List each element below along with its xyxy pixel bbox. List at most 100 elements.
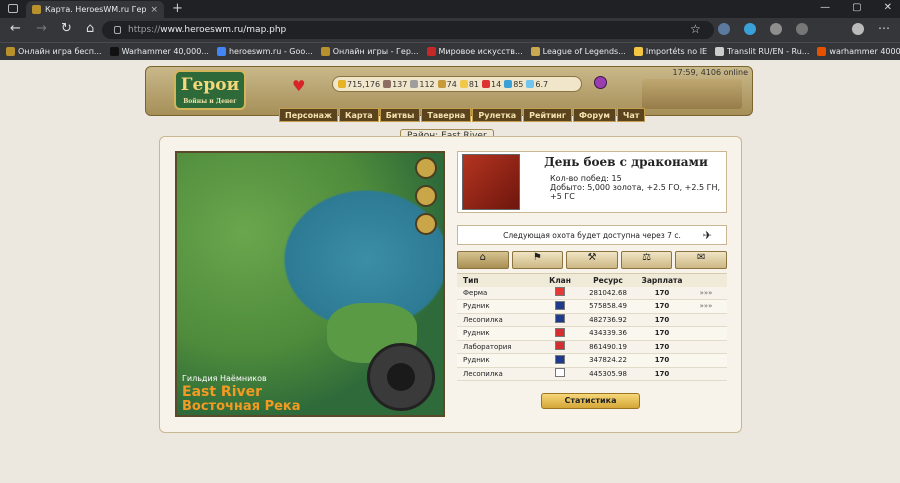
table-row[interactable]: Рудник 434339.36 170	[457, 327, 727, 341]
extensions-puzzle-icon[interactable]	[770, 23, 782, 35]
resource-icon	[338, 80, 346, 88]
cell-salary: 170	[654, 315, 670, 324]
bookmark-item[interactable]: heroeswm.ru - Goo...	[216, 47, 313, 56]
extension-icon[interactable]	[744, 23, 756, 35]
window-controls: — ▢ ✕	[820, 2, 892, 13]
cell-clan	[543, 354, 577, 366]
resource-value: 6.7	[535, 79, 549, 89]
extension-icon[interactable]	[718, 23, 730, 35]
tab-scroll[interactable]: ✉	[675, 251, 727, 269]
table-row[interactable]: Рудник 575858.49 170 »»»	[457, 300, 727, 314]
tab-workshop[interactable]: ⚒	[566, 251, 618, 269]
bookmark-favicon-icon	[216, 47, 226, 56]
new-tab-button[interactable]: +	[172, 1, 183, 16]
browser-menu-icon[interactable]: ⋯	[878, 21, 890, 35]
table-row[interactable]: Лесопилка 482736.92 170	[457, 314, 727, 327]
menu-item[interactable]: Рулетка	[472, 108, 523, 122]
back-button[interactable]: ←	[10, 21, 21, 36]
running-man-icon[interactable]: ✈	[703, 229, 712, 242]
extensions-area	[718, 23, 808, 35]
table-row[interactable]: Рудник 347824.22 170	[457, 354, 727, 368]
map-hunt-button[interactable]	[415, 213, 437, 235]
bookmark-favicon-icon	[530, 47, 540, 56]
logo-subtitle: Войны и Денег	[183, 98, 237, 105]
table-row[interactable]: Лесопилка 445305.98 170	[457, 368, 727, 381]
minimize-button[interactable]: —	[820, 2, 830, 13]
home-button[interactable]: ⌂	[86, 21, 94, 36]
cell-type: Ферма	[463, 288, 488, 297]
tab-market[interactable]: ⚖	[620, 251, 673, 269]
table-row[interactable]: Ферма 281042.68 170 »»»	[457, 287, 727, 300]
table-header: Тип Клан Ресурс Зарплата	[457, 273, 727, 287]
bookmark-item[interactable]: Importéts no IE	[633, 47, 707, 56]
clan-emblem-icon[interactable]	[555, 341, 565, 351]
resource-icon	[410, 80, 419, 88]
tab-houses[interactable]: ⌂	[457, 251, 509, 269]
bookmark-item[interactable]: Мировое искусств...	[426, 47, 523, 56]
col-clan: Клан	[549, 275, 571, 285]
menu-item[interactable]: Битвы	[379, 108, 421, 122]
tab-close-icon[interactable]: ×	[150, 5, 158, 15]
world-map[interactable]: Гильдия Наёмников East River Восточная Р…	[175, 151, 445, 417]
menu-item[interactable]: Рейтинг	[523, 108, 572, 122]
clan-emblem-icon[interactable]	[555, 314, 565, 324]
map-gold-button[interactable]	[415, 157, 437, 179]
tab-transport[interactable]: ⚑	[511, 251, 564, 269]
menu-item[interactable]: Форум	[573, 108, 616, 122]
col-salary: Зарплата	[641, 275, 683, 285]
menu-item[interactable]: Таверна	[421, 108, 472, 122]
cell-resource: 482736.92	[589, 315, 627, 324]
col-resource: Ресурс	[593, 275, 623, 285]
bookmark-item[interactable]: warhammer 40000...	[817, 47, 900, 56]
cell-more-link[interactable]: »»»	[685, 289, 727, 297]
address-bar[interactable]: https://www.heroeswm.ru/map.php	[102, 21, 714, 39]
table-row[interactable]: Лаборатория 861490.19 170	[457, 341, 727, 354]
table-body: Ферма 281042.68 170 »»» Рудник 575858.49 170 »»…	[457, 287, 727, 381]
clan-emblem-icon[interactable]	[555, 287, 565, 297]
bookmark-favicon-icon	[633, 47, 643, 56]
statistics-button[interactable]: Статистика	[541, 393, 640, 409]
collections-icon[interactable]	[796, 23, 808, 35]
bookmark-label: Мировое искусств...	[438, 47, 523, 56]
bookmark-item[interactable]: Translit RU/EN - Ru...	[715, 47, 809, 56]
district-name-en: East River	[182, 384, 263, 400]
bookmark-favicon-icon	[6, 47, 15, 56]
bookmark-item[interactable]: Онлайн игры - Гер...	[320, 47, 419, 56]
profile-avatar[interactable]	[852, 23, 864, 35]
title-bar: Карта. HeroesWM.ru Герои войн × + — ▢ ✕	[0, 0, 900, 18]
cell-more-link[interactable]: »»»	[685, 302, 727, 310]
resource-value: 112	[419, 79, 435, 89]
compass-center[interactable]	[387, 363, 415, 391]
map-panel: Гильдия Наёмников East River Восточная Р…	[159, 136, 742, 433]
game-logo[interactable]: Герои Войны и Денег	[174, 70, 246, 110]
resource-item: 6.7	[526, 80, 548, 89]
bookmark-item[interactable]: Warhammer 40,000...	[109, 47, 209, 56]
cell-type: Лаборатория	[463, 342, 512, 351]
clan-emblem-icon[interactable]	[555, 368, 565, 378]
menu-item[interactable]: Чат	[616, 108, 646, 122]
resource-value: 81	[468, 79, 480, 89]
bookmark-item[interactable]: League of Legends...	[530, 47, 626, 56]
mana-orb-icon[interactable]	[594, 76, 607, 89]
cell-type: Лесопилка	[463, 369, 503, 378]
cell-clan	[543, 300, 577, 312]
clan-emblem-icon[interactable]	[555, 327, 565, 337]
window-menu-icon[interactable]	[8, 4, 18, 13]
clan-emblem-icon[interactable]	[555, 300, 565, 310]
close-window-button[interactable]: ✕	[884, 2, 892, 13]
object-tabs: ⌂ ⚑ ⚒ ⚖ ✉	[457, 251, 727, 269]
maximize-button[interactable]: ▢	[852, 2, 861, 13]
event-title: День боев с драконами	[544, 155, 708, 169]
menu-item[interactable]: Персонаж	[279, 108, 338, 122]
health-heart-icon[interactable]: ♥	[292, 77, 305, 95]
compass-navigation[interactable]	[367, 343, 435, 411]
map-army-button[interactable]	[415, 185, 437, 207]
favorite-star-icon[interactable]: ☆	[690, 22, 701, 36]
bookmark-item[interactable]: Онлайн игра бесп...	[6, 47, 102, 56]
menu-item[interactable]: Карта	[338, 108, 379, 122]
bookmark-favicon-icon	[109, 47, 119, 56]
clan-emblem-icon[interactable]	[555, 354, 565, 364]
browser-tab[interactable]: Карта. HeroesWM.ru Герои войн ×	[26, 1, 164, 18]
forward-button[interactable]: →	[36, 21, 47, 36]
reload-button[interactable]: ↻	[61, 21, 72, 36]
